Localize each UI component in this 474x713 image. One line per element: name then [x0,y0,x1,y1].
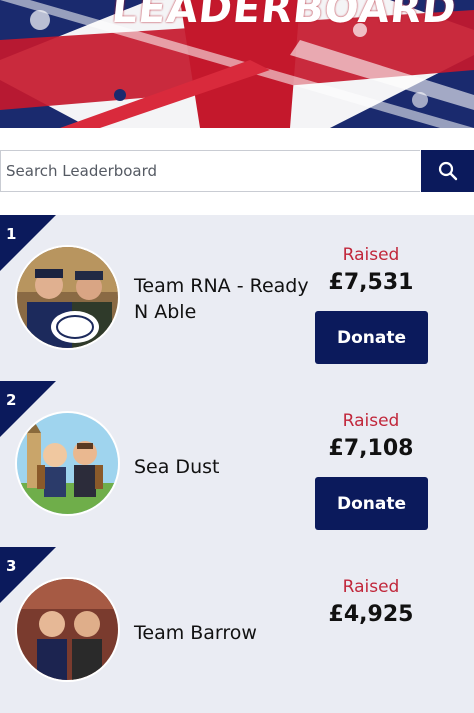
raised-amount: £7,108 [328,436,414,461]
banner-title: LEADERBOARD [109,0,459,32]
leaderboard-banner: LEADERBOARD [0,0,474,128]
leaderboard-row: 3 Team Barrow Raised £4,925 [0,547,474,713]
leaderboard-row: 2 Sea Dust Raised £7,108 Donate [0,381,474,547]
raised-label: Raised [342,411,400,431]
team-avatar [15,577,120,682]
search-icon [438,161,457,181]
donate-button[interactable]: Donate [315,311,428,364]
search-button[interactable] [421,150,474,192]
raised-amount: £7,531 [328,270,414,295]
team-name[interactable]: Team Barrow [134,620,314,646]
team-name[interactable]: Team RNA - Ready N Able [134,273,314,325]
raised-amount: £4,925 [328,602,414,627]
donate-button[interactable]: Donate [315,477,428,530]
team-avatar [15,411,120,516]
search-input[interactable] [0,150,420,192]
search-bar [0,150,474,194]
raised-label: Raised [342,577,400,597]
team-name[interactable]: Sea Dust [134,454,314,480]
raised-label: Raised [342,245,400,265]
leaderboard-row: 1 Team RNA - Ready N Able Raised £7,531 … [0,215,474,381]
rank-number: 3 [6,557,17,575]
rank-number: 2 [6,391,17,409]
team-avatar [15,245,120,350]
rank-number: 1 [6,225,17,243]
